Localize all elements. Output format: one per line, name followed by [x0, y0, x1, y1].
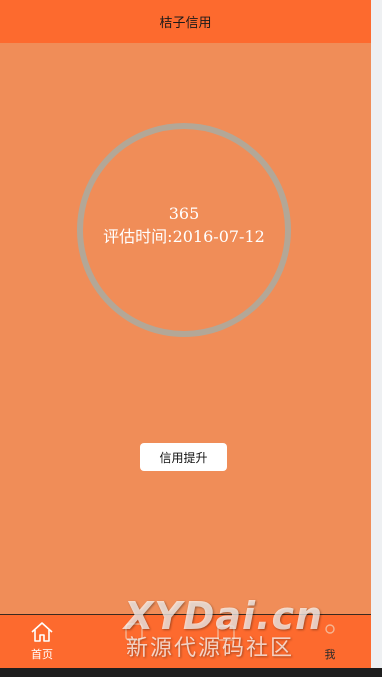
tab-mall[interactable] [196, 621, 256, 667]
mall-icon [217, 625, 235, 641]
home-icon [31, 622, 53, 642]
top-bar: 桔子信用 [0, 0, 371, 43]
bottom-tab-bar: 首页 我 [0, 614, 371, 668]
evaluation-date: 评估时间:2016-07-12 [103, 227, 265, 246]
credit-score-value: 365 [168, 204, 200, 223]
app-screen: 桔子信用 365 评估时间:2016-07-12 信用提升 首页 我 XYDai… [0, 0, 371, 677]
tab-home-label: 首页 [31, 648, 53, 661]
tab-mine[interactable]: 我 [300, 621, 360, 667]
tab-mine-label: 我 [324, 648, 336, 661]
system-bottom-strip [0, 668, 382, 677]
credit-boost-button[interactable]: 信用提升 [140, 443, 227, 471]
user-icon [325, 624, 335, 634]
tab-credit[interactable] [104, 621, 164, 667]
tab-home[interactable]: 首页 [12, 621, 72, 667]
page-title: 桔子信用 [159, 16, 212, 31]
credit-icon [125, 623, 143, 641]
